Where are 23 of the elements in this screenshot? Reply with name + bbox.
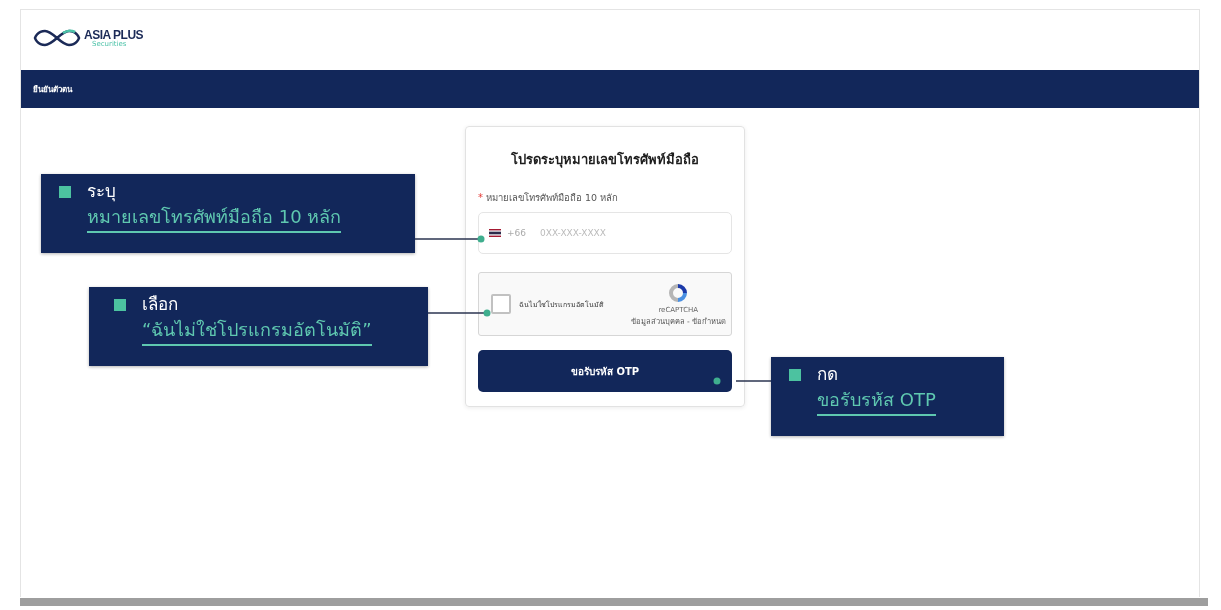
connector-line <box>427 309 491 317</box>
callout-target: “ฉันไม่ใช่โปรแกรมอัตโนมัติ” <box>142 316 372 346</box>
bullet-square-icon <box>59 186 71 198</box>
logo-wordmark: ASIA PLUS <box>84 28 144 41</box>
callout-verb: เลือก <box>142 293 179 316</box>
request-otp-button[interactable]: ขอรับรหัส OTP <box>478 350 732 392</box>
field-label: หมายเลขโทรศัพท์มือถือ 10 หลัก <box>486 191 619 205</box>
infinity-logo-icon <box>33 27 81 49</box>
connector-line <box>713 377 772 385</box>
captcha-checkbox[interactable] <box>491 294 511 314</box>
bullet-square-icon <box>789 369 801 381</box>
callout-target: หมายเลขโทรศัพท์มือถือ 10 หลัก <box>87 203 342 233</box>
nav-title: ยืนยันตัวตน <box>33 83 72 96</box>
callout-target: ขอรับรหัส OTP <box>817 386 936 416</box>
required-asterisk: * <box>478 192 483 203</box>
callout-verb: ระบุ <box>87 180 117 203</box>
connector-line <box>414 235 485 243</box>
phone-number-input[interactable]: 0XX-XXX-XXXX <box>538 227 692 239</box>
flag-icon <box>489 229 501 237</box>
bullet-square-icon <box>114 299 126 311</box>
form-title: โปรดระบุหมายเลขโทรศัพท์มือถือ <box>510 151 700 170</box>
country-code: +66 <box>507 228 526 238</box>
callout-verb: กด <box>817 363 839 386</box>
